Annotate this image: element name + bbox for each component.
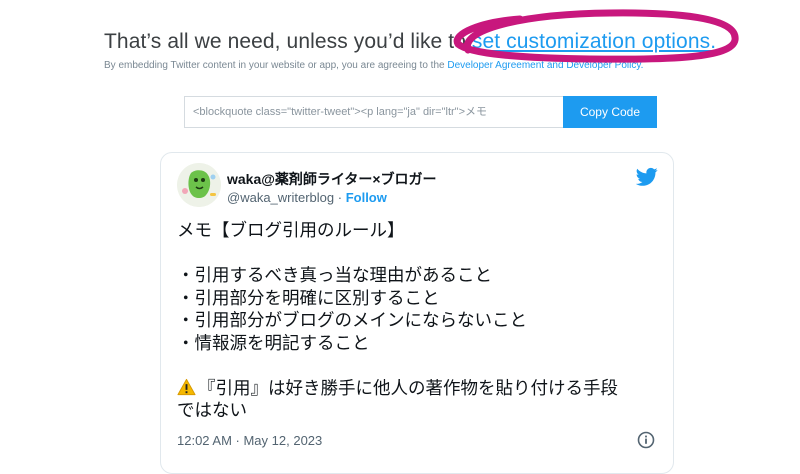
embed-headline: That’s all we need, unless you’d like to… bbox=[104, 30, 716, 54]
tweet-line: ではない bbox=[177, 400, 247, 420]
tweet-line-warning: 『引用』は好き勝手に他人の著作物を貼り付ける手段 bbox=[177, 377, 657, 400]
avatar[interactable] bbox=[177, 163, 221, 207]
tweet-card: waka@薬剤師ライター×ブロガー @waka_writerblog · Fol… bbox=[160, 152, 674, 474]
display-name[interactable]: waka@薬剤師ライター×ブロガー bbox=[227, 169, 437, 189]
customization-link[interactable]: set customization options. bbox=[472, 30, 716, 53]
info-icon[interactable] bbox=[637, 431, 655, 449]
tweet-text: メモ【ブログ引用のルール】 ・引用するべき真っ当な理由があること ・引用部分を明… bbox=[177, 219, 657, 422]
tweet-line: ・引用部分がブログのメインにならないこと bbox=[177, 310, 527, 330]
warning-icon bbox=[177, 378, 196, 395]
embed-code-row: <blockquote class="twitter-tweet"><p lan… bbox=[184, 96, 657, 128]
tweet-line: 『引用』は好き勝手に他人の著作物を貼り付ける手段 bbox=[198, 377, 618, 398]
copy-code-button[interactable]: Copy Code bbox=[563, 96, 657, 128]
tweet-timestamp[interactable]: 12:02 AM · May 12, 2023 bbox=[177, 433, 322, 448]
terms-text: By embedding Twitter content in your web… bbox=[104, 60, 448, 71]
tweet-line: メモ【ブログ引用のルール】 bbox=[177, 220, 405, 240]
follow-button[interactable]: Follow bbox=[346, 190, 387, 205]
terms-notice: By embedding Twitter content in your web… bbox=[104, 60, 643, 71]
twitter-bird-icon[interactable] bbox=[636, 167, 658, 187]
separator: · bbox=[334, 190, 346, 205]
developer-policy-link[interactable]: Developer Agreement and Developer Policy… bbox=[447, 60, 643, 71]
embed-code-field[interactable]: <blockquote class="twitter-tweet"><p lan… bbox=[184, 96, 563, 128]
tweet-line: ・情報源を明記すること bbox=[177, 332, 370, 353]
tweet-line: ・引用部分を明確に区別すること bbox=[177, 287, 440, 308]
handle-row: @waka_writerblog · Follow bbox=[227, 190, 387, 205]
tweet-line: ・引用するべき真っ当な理由があること bbox=[177, 265, 492, 285]
user-handle[interactable]: @waka_writerblog bbox=[227, 190, 334, 205]
headline-text: That’s all we need, unless you’d like to bbox=[104, 30, 472, 53]
